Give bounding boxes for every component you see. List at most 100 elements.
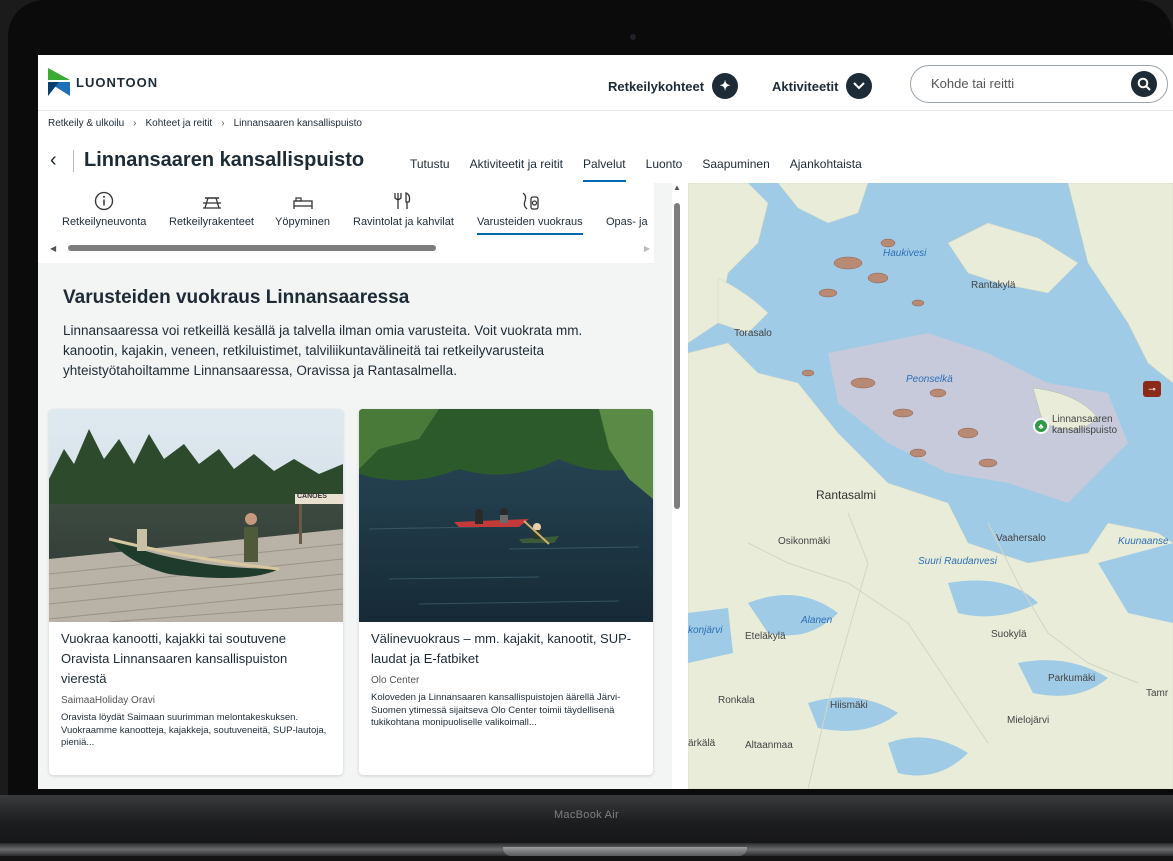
map-label-osikonmaki: Osikonmäki xyxy=(778,536,831,547)
scrollbar-thumb[interactable] xyxy=(674,203,680,509)
tab-tutustu[interactable]: Tutustu xyxy=(410,157,450,182)
card-image-canoe: CANOES xyxy=(49,409,343,622)
search-icon[interactable] xyxy=(1131,71,1157,97)
breadcrumb-item[interactable]: Retkeily & ulkoilu xyxy=(48,118,124,129)
search-box xyxy=(910,65,1168,103)
map-label-arkala: ärkälä xyxy=(688,738,716,749)
breadcrumb: Retkeily & ulkoilu › Kohteet ja reitit ›… xyxy=(48,118,362,129)
nav-label: Aktiviteetit xyxy=(772,78,839,94)
service-opas[interactable]: Opas- ja xyxy=(606,191,648,228)
map-label-rantakyla: Rantakylä xyxy=(971,280,1016,291)
service-label: Ravintolat ja kahvilat xyxy=(353,216,454,228)
intro-text: Linnansaaressa voi retkeillä kesällä ja … xyxy=(63,323,583,378)
map-label-altaanmaa: Altaanmaa xyxy=(745,740,793,751)
site-header: LUONTOON Retkeilykohteet ✦ Aktiviteetit xyxy=(38,55,1173,111)
horizontal-scrollbar[interactable]: ◀ ▶ xyxy=(50,244,650,253)
map[interactable]: Haukivesi Rantakylä Torasalo Peonselkä ♣… xyxy=(688,183,1173,789)
rental-card[interactable]: Välinevuokraus – mm. kajakit, kanootit, … xyxy=(359,409,653,775)
map-label-mielojarvi: Mielojärvi xyxy=(1007,715,1050,726)
guide-icon xyxy=(606,191,648,213)
map-label-hiismaki: Hiismäki xyxy=(830,700,868,711)
divider xyxy=(73,150,74,172)
key-pin-icon[interactable]: ⊸ xyxy=(1143,381,1161,397)
map-label-suokyla: Suokylä xyxy=(991,629,1027,640)
map-label-alanen: Alanen xyxy=(801,615,833,626)
lid-notch xyxy=(503,847,747,856)
fork-knife-icon xyxy=(353,191,454,213)
content-area: Varusteiden vuokraus Linnansaaressa Linn… xyxy=(38,263,654,789)
logo[interactable]: LUONTOON xyxy=(48,68,158,96)
nav-retkeilykohteet[interactable]: Retkeilykohteet ✦ xyxy=(608,73,739,99)
back-arrow-icon[interactable]: ‹ xyxy=(50,149,57,172)
left-pane: Retkeilyneuvonta Retkeilyrakenteet Yöpym… xyxy=(38,183,678,789)
map-label-peonselka: Peonselkä xyxy=(906,374,953,385)
service-varusteiden-vuokraus[interactable]: Varusteiden vuokraus xyxy=(477,191,583,235)
map-label-suuri-raudanvesi: Suuri Raudanvesi xyxy=(918,556,997,567)
service-label: Opas- ja xyxy=(606,216,648,228)
page-title: Linnansaaren kansallispuisto xyxy=(84,149,365,171)
card-description: Koloveden ja Linnansaaren kansallispuist… xyxy=(371,692,621,728)
tab-palvelut[interactable]: Palvelut xyxy=(582,157,626,182)
scrollbar-thumb[interactable] xyxy=(68,245,436,251)
chevron-right-icon: › xyxy=(221,118,225,129)
page-titlebar: ‹ Linnansaaren kansallispuisto Tutustu A… xyxy=(38,143,1173,183)
page-tabs: Tutustu Aktiviteetit ja reitit Palvelut … xyxy=(410,157,862,182)
service-category-bar: Retkeilyneuvonta Retkeilyrakenteet Yöpym… xyxy=(38,183,654,263)
nav-label: Retkeilykohteet xyxy=(608,78,705,94)
map-label-rantasalmi: Rantasalmi xyxy=(816,488,877,502)
chevron-right-icon: › xyxy=(133,118,137,129)
card-title: Välinevuokraus – mm. kajakit, kanootit, … xyxy=(371,631,632,666)
map-label-park: Linnansaaren kansallispuisto xyxy=(1052,414,1118,436)
tab-luonto[interactable]: Luonto xyxy=(646,157,683,182)
scroll-right-icon[interactable]: ▶ xyxy=(644,244,650,253)
service-ravintolat[interactable]: Ravintolat ja kahvilat xyxy=(353,191,454,228)
map-label-kuunaanse: Kuunaanse xyxy=(1118,536,1169,547)
service-label: Retkeilyrakenteet xyxy=(169,216,254,228)
breadcrumb-item[interactable]: Linnansaaren kansallispuisto xyxy=(234,118,362,129)
tab-ajankohtaista[interactable]: Ajankohtaista xyxy=(790,157,862,182)
card-title: Vuokraa kanootti, kajakki tai soutuvene … xyxy=(61,631,288,686)
map-label-haukivesi: Haukivesi xyxy=(883,248,927,259)
service-label: Retkeilyneuvonta xyxy=(62,216,147,228)
hiker-icon: ✦ xyxy=(712,73,739,99)
camera xyxy=(630,34,636,40)
vertical-scrollbar[interactable]: ▲ xyxy=(672,183,682,789)
card-organization: Olo Center xyxy=(371,675,420,686)
map-label-ronkala: Ronkala xyxy=(718,695,755,706)
chevron-down-icon xyxy=(846,73,873,99)
canoes-sign: CANOES xyxy=(297,493,327,500)
scroll-up-icon[interactable]: ▲ xyxy=(673,183,681,192)
park-pin-icon[interactable]: ♣ xyxy=(1033,418,1049,434)
rental-card[interactable]: CANOES Vuokraa kanootti, kajakki tai sou… xyxy=(49,409,343,775)
card-organization: SaimaaHoliday Oravi xyxy=(61,695,155,706)
map-label-konjarvi: konjärvi xyxy=(688,625,723,636)
map-label-torasalo: Torasalo xyxy=(734,328,772,339)
tab-saapuminen[interactable]: Saapuminen xyxy=(702,157,769,182)
picnic-table-icon xyxy=(169,191,254,213)
equipment-icon xyxy=(477,191,583,213)
section-heading: Varusteiden vuokraus Linnansaaressa xyxy=(63,287,410,308)
breadcrumb-item[interactable]: Kohteet ja reitit xyxy=(146,118,213,129)
logo-icon xyxy=(48,68,70,96)
browser-screen: LUONTOON Retkeilykohteet ✦ Aktiviteetit … xyxy=(38,55,1173,789)
map-label-etelakyla: Eteläkylä xyxy=(745,631,786,642)
device-brand-label: MacBook Air xyxy=(553,809,620,821)
map-label-parkumaki: Parkumäki xyxy=(1048,673,1096,684)
tab-aktiviteetit[interactable]: Aktiviteetit ja reitit xyxy=(470,157,563,182)
service-retkeilyneuvonta[interactable]: Retkeilyneuvonta xyxy=(62,191,146,228)
card-image-kayak xyxy=(359,409,653,622)
map-label-vaahersalo: Vaahersalo xyxy=(996,533,1046,544)
logo-text: LUONTOON xyxy=(76,74,159,90)
service-label: Yöpyminen xyxy=(275,216,331,228)
service-yopyminen[interactable]: Yöpyminen xyxy=(275,191,330,228)
service-label: Varusteiden vuokraus xyxy=(477,216,583,228)
bed-icon xyxy=(275,191,330,213)
laptop-base: MacBook Air xyxy=(0,795,1173,861)
service-retkeilyrakenteet[interactable]: Retkeilyrakenteet xyxy=(169,191,254,228)
card-description: Oravista löydät Saimaan suurimman melont… xyxy=(61,712,327,748)
nav-aktiviteetit[interactable]: Aktiviteetit xyxy=(772,73,873,99)
search-input[interactable] xyxy=(931,76,1111,91)
info-icon xyxy=(62,191,146,213)
map-label-tamr: Tamr xyxy=(1146,688,1169,699)
scroll-left-icon[interactable]: ◀ xyxy=(50,244,56,253)
